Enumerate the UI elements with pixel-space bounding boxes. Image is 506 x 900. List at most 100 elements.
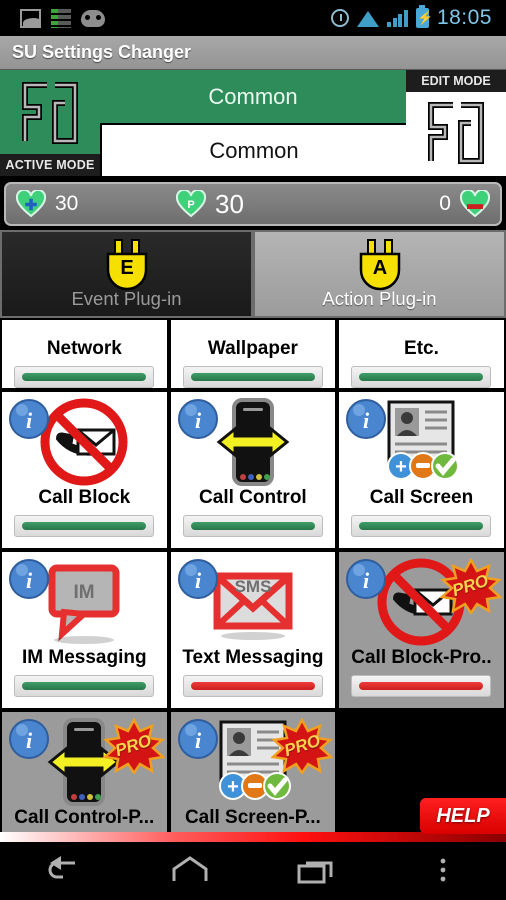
plugin-status-bar bbox=[351, 366, 492, 388]
info-icon[interactable]: i bbox=[177, 718, 219, 760]
app-title-bar: SU Settings Changer bbox=[0, 36, 506, 70]
pro-count: 30 bbox=[215, 188, 244, 219]
info-icon[interactable]: i bbox=[8, 718, 50, 760]
plugin-status-bar bbox=[182, 366, 323, 388]
image-icon bbox=[20, 8, 41, 28]
enabled-counter: ✚ 30 bbox=[16, 190, 78, 218]
svg-text:i: i bbox=[363, 408, 370, 433]
plugin-cell-call-block[interactable]: i Call Block bbox=[0, 390, 169, 550]
plugin-cell-wallpaper[interactable]: Wallpaper bbox=[168, 318, 338, 390]
plugin-cell-im-messaging[interactable]: i IM IM Messaging bbox=[0, 550, 169, 710]
plugin-status-bar bbox=[14, 675, 155, 697]
plugin-cell-call-control[interactable]: i Call Control bbox=[168, 390, 338, 550]
active-mode-pane[interactable] bbox=[0, 70, 100, 158]
overflow-menu-icon[interactable] bbox=[380, 840, 506, 900]
disabled-count: 0 bbox=[439, 192, 451, 215]
battery-charging-icon bbox=[415, 5, 433, 28]
alarm-icon bbox=[331, 9, 350, 27]
svg-text:IM: IM bbox=[74, 582, 95, 603]
pro-badge-icon: PRO bbox=[102, 718, 165, 774]
svg-text:A: A bbox=[372, 257, 386, 279]
info-icon[interactable]: i bbox=[8, 558, 50, 600]
info-icon[interactable]: i bbox=[345, 398, 387, 440]
help-button[interactable]: HELP bbox=[420, 798, 506, 834]
svg-text:E: E bbox=[120, 257, 133, 279]
plugin-tabs: E Event Plug-in A Action Plug-in bbox=[0, 230, 506, 318]
plug-a-icon: A bbox=[351, 238, 409, 299]
plugin-label: Etc. bbox=[404, 338, 439, 359]
plugin-cell-network[interactable]: Network bbox=[0, 318, 169, 390]
plugin-label: Call Block bbox=[38, 487, 131, 508]
svg-text:i: i bbox=[26, 408, 33, 433]
plugin-status-bar bbox=[14, 515, 155, 537]
heart-minus-icon: ▬ bbox=[459, 190, 490, 218]
plugin-label: Wallpaper bbox=[207, 338, 298, 359]
home-icon[interactable] bbox=[127, 840, 254, 900]
android-nav-bar bbox=[0, 840, 506, 900]
tab-event-plugin[interactable]: E Event Plug-in bbox=[0, 230, 253, 318]
svg-text:i: i bbox=[363, 568, 370, 593]
plugin-cell-etc[interactable]: Etc. bbox=[337, 318, 506, 390]
plugin-status-bar bbox=[14, 366, 155, 388]
plugin-status-bar bbox=[182, 675, 323, 697]
svg-text:i: i bbox=[195, 728, 202, 753]
plugin-status-bar bbox=[351, 675, 492, 697]
edit-mode-value-bar[interactable]: Common bbox=[100, 123, 406, 176]
status-bar: 18:05 bbox=[0, 0, 506, 36]
svg-text:SMS: SMS bbox=[234, 577, 271, 596]
edit-mode-value: Common bbox=[209, 137, 299, 163]
status-bar-clock: 18:05 bbox=[436, 6, 492, 29]
plugin-status-bar bbox=[182, 515, 323, 537]
pro-badge-icon: PRO bbox=[271, 718, 334, 774]
plugin-label: Call Block-Pro.. bbox=[351, 647, 492, 668]
plugin-cell-call-control-pro[interactable]: i PRO Call Control-P... bbox=[0, 710, 169, 832]
active-mode-value: Common bbox=[208, 83, 298, 109]
edit-mode-pane[interactable] bbox=[406, 92, 506, 176]
svg-text:+: + bbox=[396, 456, 408, 478]
tab-action-plugin[interactable]: A Action Plug-in bbox=[253, 230, 506, 318]
plugin-label: IM Messaging bbox=[22, 647, 147, 668]
status-bar-left-icons bbox=[20, 8, 105, 28]
recents-icon[interactable] bbox=[253, 840, 380, 900]
pro-counter: P 30 bbox=[176, 189, 244, 220]
plugin-row: i Call Block i Call Control i + Call Scr… bbox=[0, 390, 506, 550]
disabled-counter: 0 ▬ bbox=[439, 190, 490, 218]
plugin-label: Call Screen bbox=[369, 487, 474, 508]
plugin-label: Text Messaging bbox=[182, 647, 324, 668]
info-icon[interactable]: i bbox=[345, 558, 387, 600]
info-icon[interactable]: i bbox=[177, 398, 219, 440]
equalizer-icon bbox=[51, 8, 71, 28]
heart-pro-icon: P bbox=[176, 190, 207, 218]
edit-mode-label: EDIT MODE bbox=[406, 70, 506, 92]
info-icon[interactable]: i bbox=[8, 398, 50, 440]
page-title: SU Settings Changer bbox=[12, 42, 192, 62]
android-head-icon bbox=[81, 9, 105, 27]
plugin-label: Call Control-P... bbox=[14, 807, 155, 828]
plugin-grid[interactable]: Network Wallpaper Etc. i Call Block i Ca… bbox=[0, 318, 506, 840]
plugin-label: Call Screen-P... bbox=[184, 807, 321, 828]
plug-e-icon: E bbox=[98, 238, 156, 299]
wifi-icon bbox=[357, 10, 380, 27]
back-icon[interactable] bbox=[0, 840, 127, 900]
plugin-cell-call-block-pro[interactable]: i PRO Call Block-Pro.. bbox=[337, 550, 506, 710]
su-logo-icon bbox=[419, 97, 493, 171]
active-mode-label: ACTIVE MODE bbox=[0, 154, 100, 176]
plugin-label: Network bbox=[46, 338, 122, 359]
plugin-cell-text-messaging[interactable]: i SMS Text Messaging bbox=[168, 550, 338, 710]
plugin-label: Call Control bbox=[199, 487, 307, 508]
svg-text:i: i bbox=[195, 568, 202, 593]
heart-plus-icon: ✚ bbox=[16, 190, 46, 218]
plugin-row: i IM IM Messaging i SMS Text Messaging i… bbox=[0, 550, 506, 710]
plugin-cell-call-screen[interactable]: i + Call Screen bbox=[337, 390, 506, 550]
counter-bar: ✚ 30 P 30 0 ▬ bbox=[4, 182, 502, 226]
plugin-row: Network Wallpaper Etc. bbox=[0, 318, 506, 390]
mode-header: ACTIVE MODE Common Common EDIT MODE bbox=[0, 70, 506, 176]
su-logo-icon bbox=[13, 77, 87, 151]
svg-text:+: + bbox=[227, 776, 239, 798]
plugin-cell-call-screen-pro[interactable]: i PRO + Call Screen-P... bbox=[168, 710, 338, 832]
enabled-count: 30 bbox=[55, 192, 79, 215]
active-mode-value-bar[interactable]: Common bbox=[100, 70, 406, 123]
info-icon[interactable]: i bbox=[177, 558, 219, 600]
pro-badge-icon: PRO bbox=[439, 558, 502, 614]
signal-icon bbox=[387, 9, 408, 27]
